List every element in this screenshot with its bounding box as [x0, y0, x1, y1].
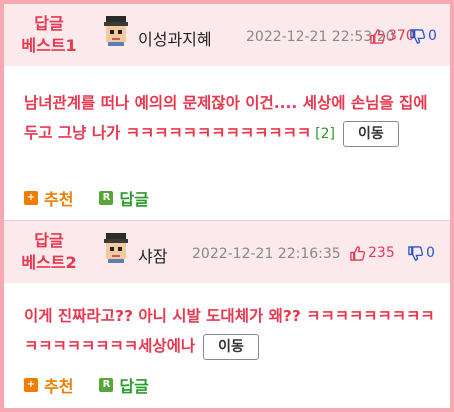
- best-reply-1: 답글 베스트1 이성과지혜 2022-12-21 22:53:20 370 0: [4, 4, 450, 224]
- recommend-label: 추천: [44, 190, 74, 209]
- reply-button[interactable]: R 답글: [99, 186, 149, 210]
- badge-line1: 답글: [34, 231, 64, 250]
- like-button[interactable]: 370: [370, 28, 415, 44]
- comment-actions: + 추천 R 답글: [24, 186, 149, 210]
- like-count: 235: [368, 245, 395, 261]
- recommend-label: 추천: [44, 377, 74, 396]
- reply-label: 답글: [119, 190, 149, 209]
- avatar-icon[interactable]: [102, 16, 130, 46]
- reply-button[interactable]: R 답글: [99, 373, 149, 397]
- dislike-count: 0: [426, 245, 435, 261]
- plus-icon: +: [24, 378, 38, 392]
- badge-line2: 베스트2: [21, 253, 77, 272]
- comment-actions: + 추천 R 답글: [24, 373, 149, 397]
- comment-header: 답글 베스트2 샤잠 2022-12-21 22:16:35 235 0: [4, 221, 450, 283]
- reply-count[interactable]: [2]: [315, 126, 335, 142]
- best-reply-badge: 답글 베스트1: [4, 4, 94, 66]
- dislike-button[interactable]: 0: [410, 28, 437, 44]
- comment-body: 이게 진짜라고?? 아니 시발 도대체가 왜?? ㅋㅋㅋㅋㅋㅋㅋㅋㅋㅋㅋㅋㅋㅋㅋ…: [24, 301, 440, 361]
- nickname[interactable]: 샤잠: [138, 243, 167, 267]
- badge-line1: 답글: [34, 14, 64, 33]
- thumbs-up-icon: [350, 245, 365, 261]
- comment-date: 2022-12-21 22:16:35: [192, 246, 341, 262]
- avatar-icon[interactable]: [102, 233, 130, 263]
- plus-icon: +: [24, 191, 38, 205]
- best-reply-2: 답글 베스트2 샤잠 2022-12-21 22:16:35 235 0 이게 …: [4, 221, 450, 408]
- badge-line2: 베스트1: [21, 36, 77, 55]
- best-reply-badge: 답글 베스트2: [4, 221, 94, 283]
- reply-r-icon: R: [99, 191, 114, 205]
- dislike-count: 0: [428, 28, 437, 44]
- thumbs-down-icon: [410, 28, 425, 44]
- nickname[interactable]: 이성과지혜: [138, 26, 212, 50]
- recommend-button[interactable]: + 추천: [24, 186, 73, 210]
- move-button[interactable]: 이동: [342, 120, 399, 147]
- recommend-button[interactable]: + 추천: [24, 373, 73, 397]
- move-button[interactable]: 이동: [203, 333, 259, 360]
- dislike-button[interactable]: 0: [408, 245, 435, 261]
- thumbs-up-icon: [370, 28, 385, 44]
- comment-body: 남녀관계를 떠나 예의의 문제잖아 이건.... 세상에 손님을 집에 두고 그…: [24, 88, 440, 149]
- reply-label: 답글: [119, 377, 149, 396]
- like-button[interactable]: 235: [350, 245, 395, 261]
- comment-header: 답글 베스트1 이성과지혜 2022-12-21 22:53:20 370 0: [4, 4, 450, 66]
- reply-r-icon: R: [99, 378, 114, 392]
- thumbs-down-icon: [408, 245, 423, 261]
